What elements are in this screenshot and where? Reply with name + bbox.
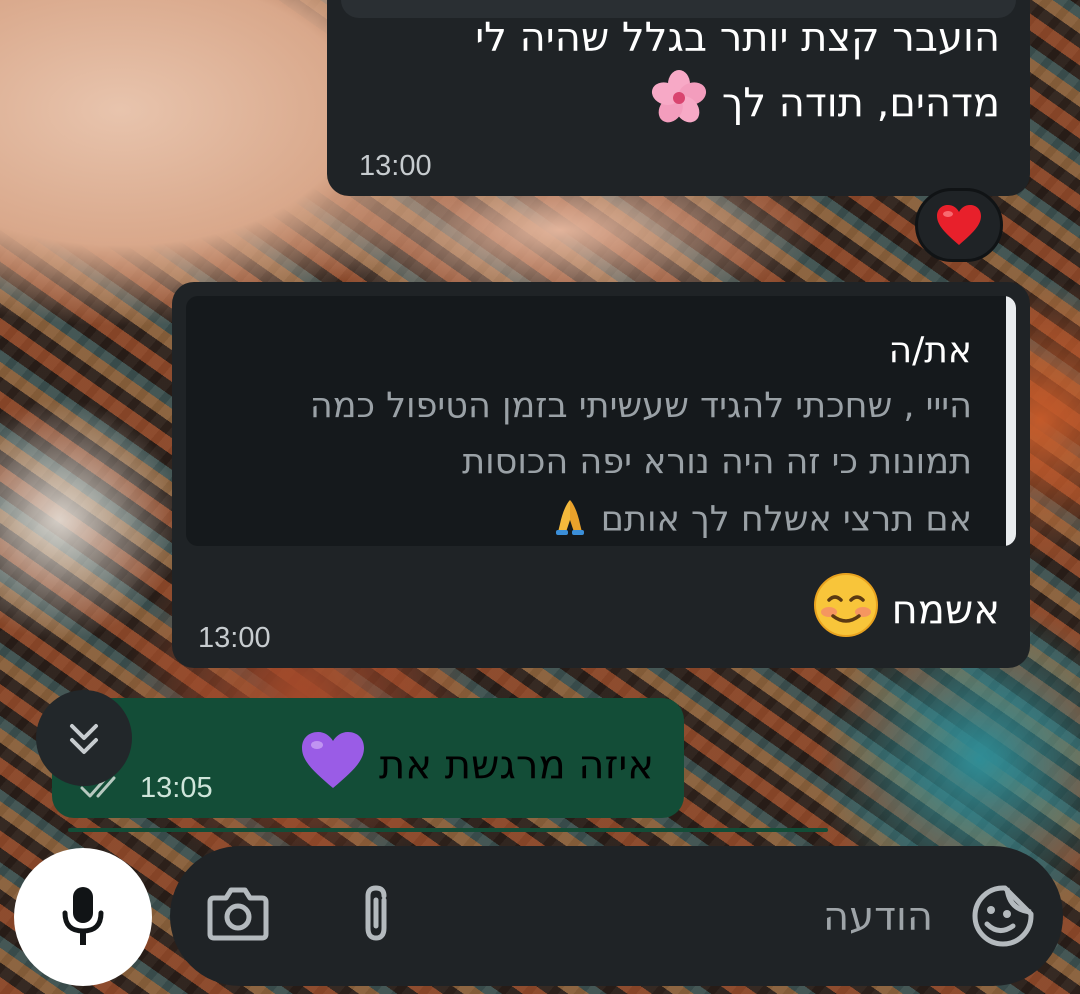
cherry-blossom-icon	[649, 68, 709, 143]
voice-message-button[interactable]	[14, 848, 152, 986]
smiling-face-icon	[813, 572, 879, 653]
message-input[interactable]	[511, 882, 935, 952]
message-text-line: הועבר קצת יותר בגלל שהיה לי	[475, 15, 1000, 61]
quote-accent-bar	[1006, 296, 1016, 546]
message-time: 13:05	[140, 772, 213, 804]
message-time: 13:00	[359, 150, 432, 182]
incoming-reply-bubble[interactable]: את/ה הייי , שחכתי להגיד שעשיתי בזמן הטיפ…	[172, 282, 1030, 668]
message-text-line: אשמח	[813, 572, 1000, 653]
purple-heart-icon	[300, 730, 366, 805]
incoming-message-bubble[interactable]: הועבר קצת יותר בגלל שהיה לי מדהים, תודה …	[327, 0, 1030, 196]
quote-sender: את/ה	[888, 330, 972, 371]
message-text: מדהים, תודה לך	[721, 80, 1000, 127]
microphone-icon	[62, 887, 104, 945]
red-heart-icon	[937, 205, 981, 245]
message-text-line: איזה מרגשת את	[300, 730, 654, 805]
double-chevron-down-icon	[70, 724, 98, 754]
folded-hands-icon	[550, 496, 590, 545]
paperclip-icon[interactable]	[354, 882, 398, 952]
camera-icon[interactable]	[206, 886, 270, 946]
message-text: אשמח	[891, 587, 1000, 634]
sticker-emoji-icon[interactable]	[971, 884, 1035, 952]
message-text-line: מדהים, תודה לך	[649, 68, 1000, 143]
quote-text-line: אם תרצי אשלח לך אותם	[550, 496, 972, 545]
message-composer[interactable]	[170, 846, 1063, 986]
quote-text-line: תמונות כי זה היה נורא יפה הכוסות	[462, 442, 972, 482]
message-text: איזה מרגשת את	[379, 742, 654, 789]
outgoing-message-bubble[interactable]: איזה מרגשת את 13:05	[52, 698, 684, 818]
partial-message-edge	[68, 828, 828, 832]
reaction-badge[interactable]	[915, 188, 1003, 262]
message-time: 13:00	[198, 622, 271, 654]
scroll-to-bottom-button[interactable]	[36, 690, 132, 786]
quoted-message[interactable]: את/ה הייי , שחכתי להגיד שעשיתי בזמן הטיפ…	[186, 296, 1016, 546]
quote-text: אם תרצי אשלח לך אותם	[600, 499, 972, 540]
quote-text-line: הייי , שחכתי להגיד שעשיתי בזמן הטיפול כמ…	[309, 386, 972, 426]
